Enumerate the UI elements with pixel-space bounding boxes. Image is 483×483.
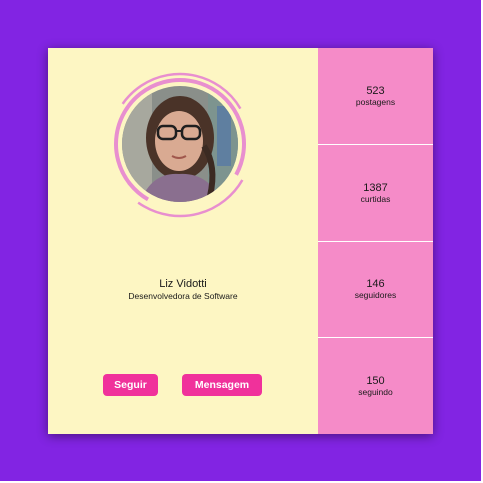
follow-button[interactable]: Seguir	[103, 374, 158, 396]
stat-value: 146	[366, 278, 385, 291]
page-background: Liz Vidotti Desenvolvedora de Software S…	[0, 0, 481, 481]
stat-value: 150	[366, 375, 385, 388]
message-button[interactable]: Mensagem	[182, 374, 262, 396]
stat-likes: 1387 curtidas	[318, 143, 433, 241]
profile-panel: Liz Vidotti Desenvolvedora de Software S…	[48, 48, 318, 434]
stat-label: curtidas	[360, 193, 391, 204]
stat-following: 150 seguindo	[318, 337, 433, 434]
profile-name: Liz Vidotti	[159, 278, 207, 290]
stat-posts: 523 postagens	[318, 48, 433, 144]
avatar	[106, 70, 254, 218]
stat-value: 1387	[363, 181, 388, 194]
stat-followers: 146 seguidores	[318, 240, 433, 338]
stat-label: seguindo	[358, 387, 393, 398]
stat-value: 523	[366, 84, 385, 97]
stat-label: seguidores	[354, 290, 397, 301]
profile-card: Liz Vidotti Desenvolvedora de Software S…	[48, 48, 433, 434]
stats-panel: 523 postagens 1387 curtidas 146 seguidor…	[318, 48, 433, 434]
profile-photo	[122, 86, 238, 202]
stat-label: postagens	[355, 96, 396, 107]
profile-role: Desenvolvedora de Software	[128, 291, 238, 301]
